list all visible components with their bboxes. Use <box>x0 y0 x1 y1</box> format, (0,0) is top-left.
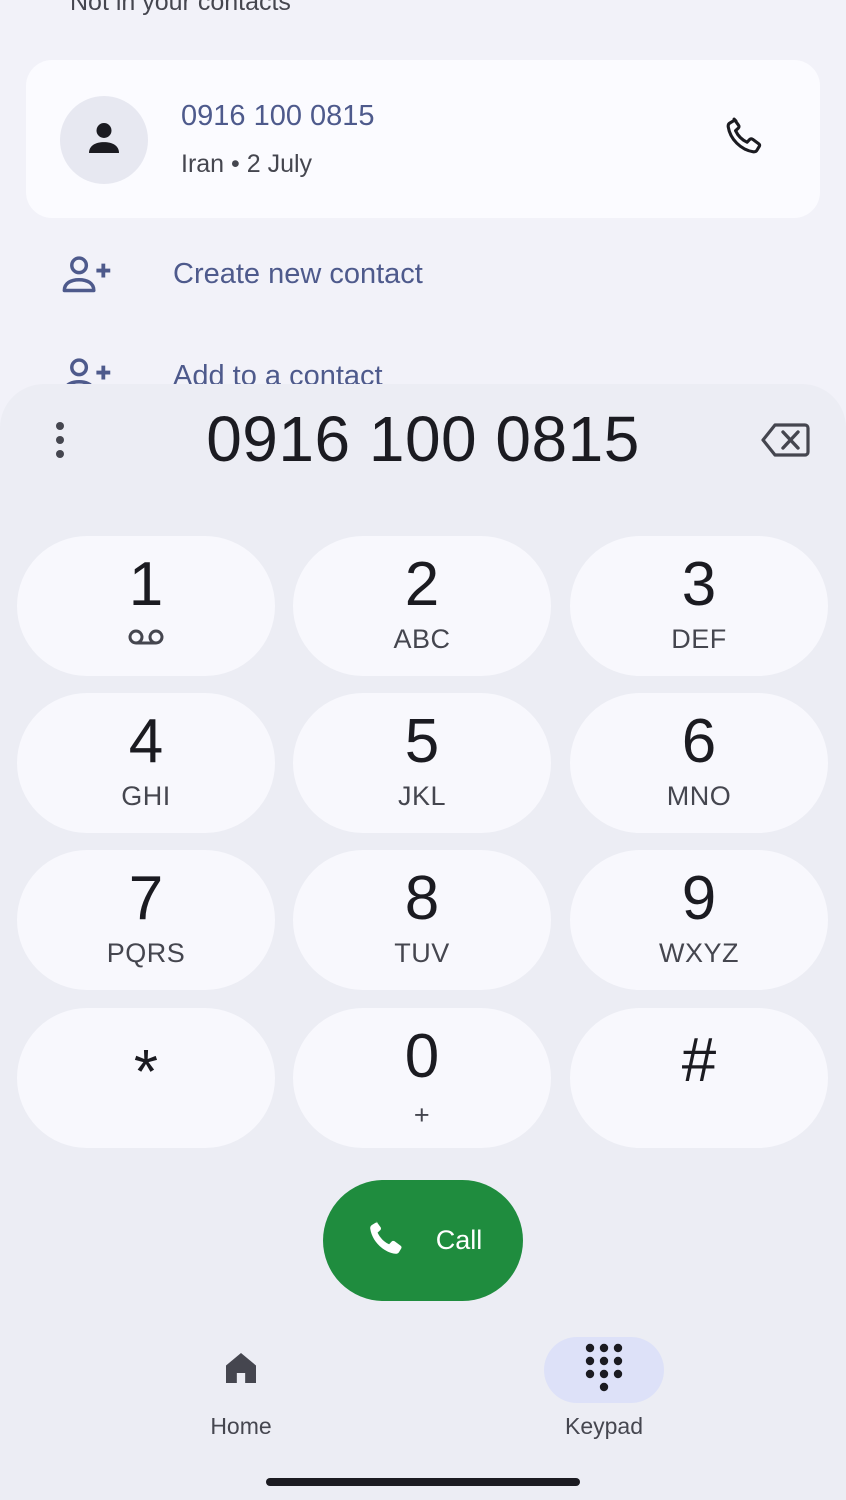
nav-home[interactable]: Home <box>141 1337 341 1440</box>
key-hash[interactable]: # <box>570 1008 828 1148</box>
dialed-number-display[interactable]: 0916 100 0815 <box>0 402 846 476</box>
nav-keypad-pill <box>544 1337 664 1403</box>
phone-icon <box>364 1216 408 1265</box>
dialpad-sheet: 0916 100 0815 1 2 ABC 3 DEF 4 GHI 5 JKL … <box>0 384 846 1500</box>
key-digit: 0 <box>404 1022 440 1091</box>
voicemail-icon <box>127 628 165 651</box>
backspace-icon <box>760 422 810 463</box>
key-digit: 5 <box>404 707 440 776</box>
key-0[interactable]: 0 + <box>293 1008 551 1148</box>
key-digit: 6 <box>681 707 717 776</box>
key-6[interactable]: 6 MNO <box>570 693 828 833</box>
key-letters: MNO <box>666 781 732 811</box>
key-2[interactable]: 2 ABC <box>293 536 551 676</box>
key-digit: * <box>133 1038 159 1107</box>
key-letters: JKL <box>397 781 447 811</box>
nav-home-label: Home <box>210 1413 272 1439</box>
phone-icon <box>722 114 766 163</box>
call-button-label: Call <box>435 1225 483 1255</box>
nav-home-pill <box>181 1337 301 1403</box>
key-letters: + <box>413 1100 431 1130</box>
call-contact-button[interactable] <box>714 108 774 168</box>
key-7[interactable]: 7 PQRS <box>17 850 275 990</box>
key-digit: # <box>681 1026 717 1095</box>
contact-number: 0916 100 0815 <box>181 100 375 132</box>
key-1[interactable]: 1 <box>17 536 275 676</box>
avatar <box>60 96 148 184</box>
home-icon <box>221 1348 261 1393</box>
nav-keypad-label: Keypad <box>564 1413 643 1439</box>
key-9[interactable]: 9 WXYZ <box>570 850 828 990</box>
key-4[interactable]: 4 GHI <box>17 693 275 833</box>
key-8[interactable]: 8 TUV <box>293 850 551 990</box>
key-digit: 3 <box>681 550 717 619</box>
key-letters: DEF <box>671 624 727 654</box>
key-digit: 2 <box>404 550 440 619</box>
dialpad-icon <box>584 1342 624 1399</box>
person-add-icon <box>60 254 114 294</box>
nav-keypad[interactable]: Keypad <box>504 1337 704 1440</box>
person-icon <box>84 118 124 163</box>
key-digit: 7 <box>128 864 164 933</box>
key-5[interactable]: 5 JKL <box>293 693 551 833</box>
key-digit: 4 <box>128 707 164 776</box>
key-star[interactable]: * <box>17 1008 275 1148</box>
key-letters: GHI <box>121 781 171 811</box>
create-new-contact-label: Create new contact <box>173 257 423 290</box>
key-letters: ABC <box>393 624 451 654</box>
key-digit: 9 <box>681 864 717 933</box>
key-letters: PQRS <box>106 938 186 968</box>
gesture-navigation-bar[interactable] <box>266 1478 580 1486</box>
key-digit: 8 <box>404 864 440 933</box>
contact-subtitle: Iran • 2 July <box>181 150 313 178</box>
key-3[interactable]: 3 DEF <box>570 536 828 676</box>
contact-card[interactable]: 0916 100 0815 Iran • 2 July <box>26 60 820 218</box>
call-button[interactable]: Call <box>323 1180 523 1301</box>
backspace-button[interactable] <box>758 420 812 464</box>
key-digit: 1 <box>128 550 164 619</box>
key-letters: WXYZ <box>659 938 739 968</box>
key-letters: TUV <box>394 938 450 968</box>
create-new-contact-row[interactable]: Create new contact <box>60 244 423 304</box>
section-header: Not in your contacts <box>70 0 291 16</box>
